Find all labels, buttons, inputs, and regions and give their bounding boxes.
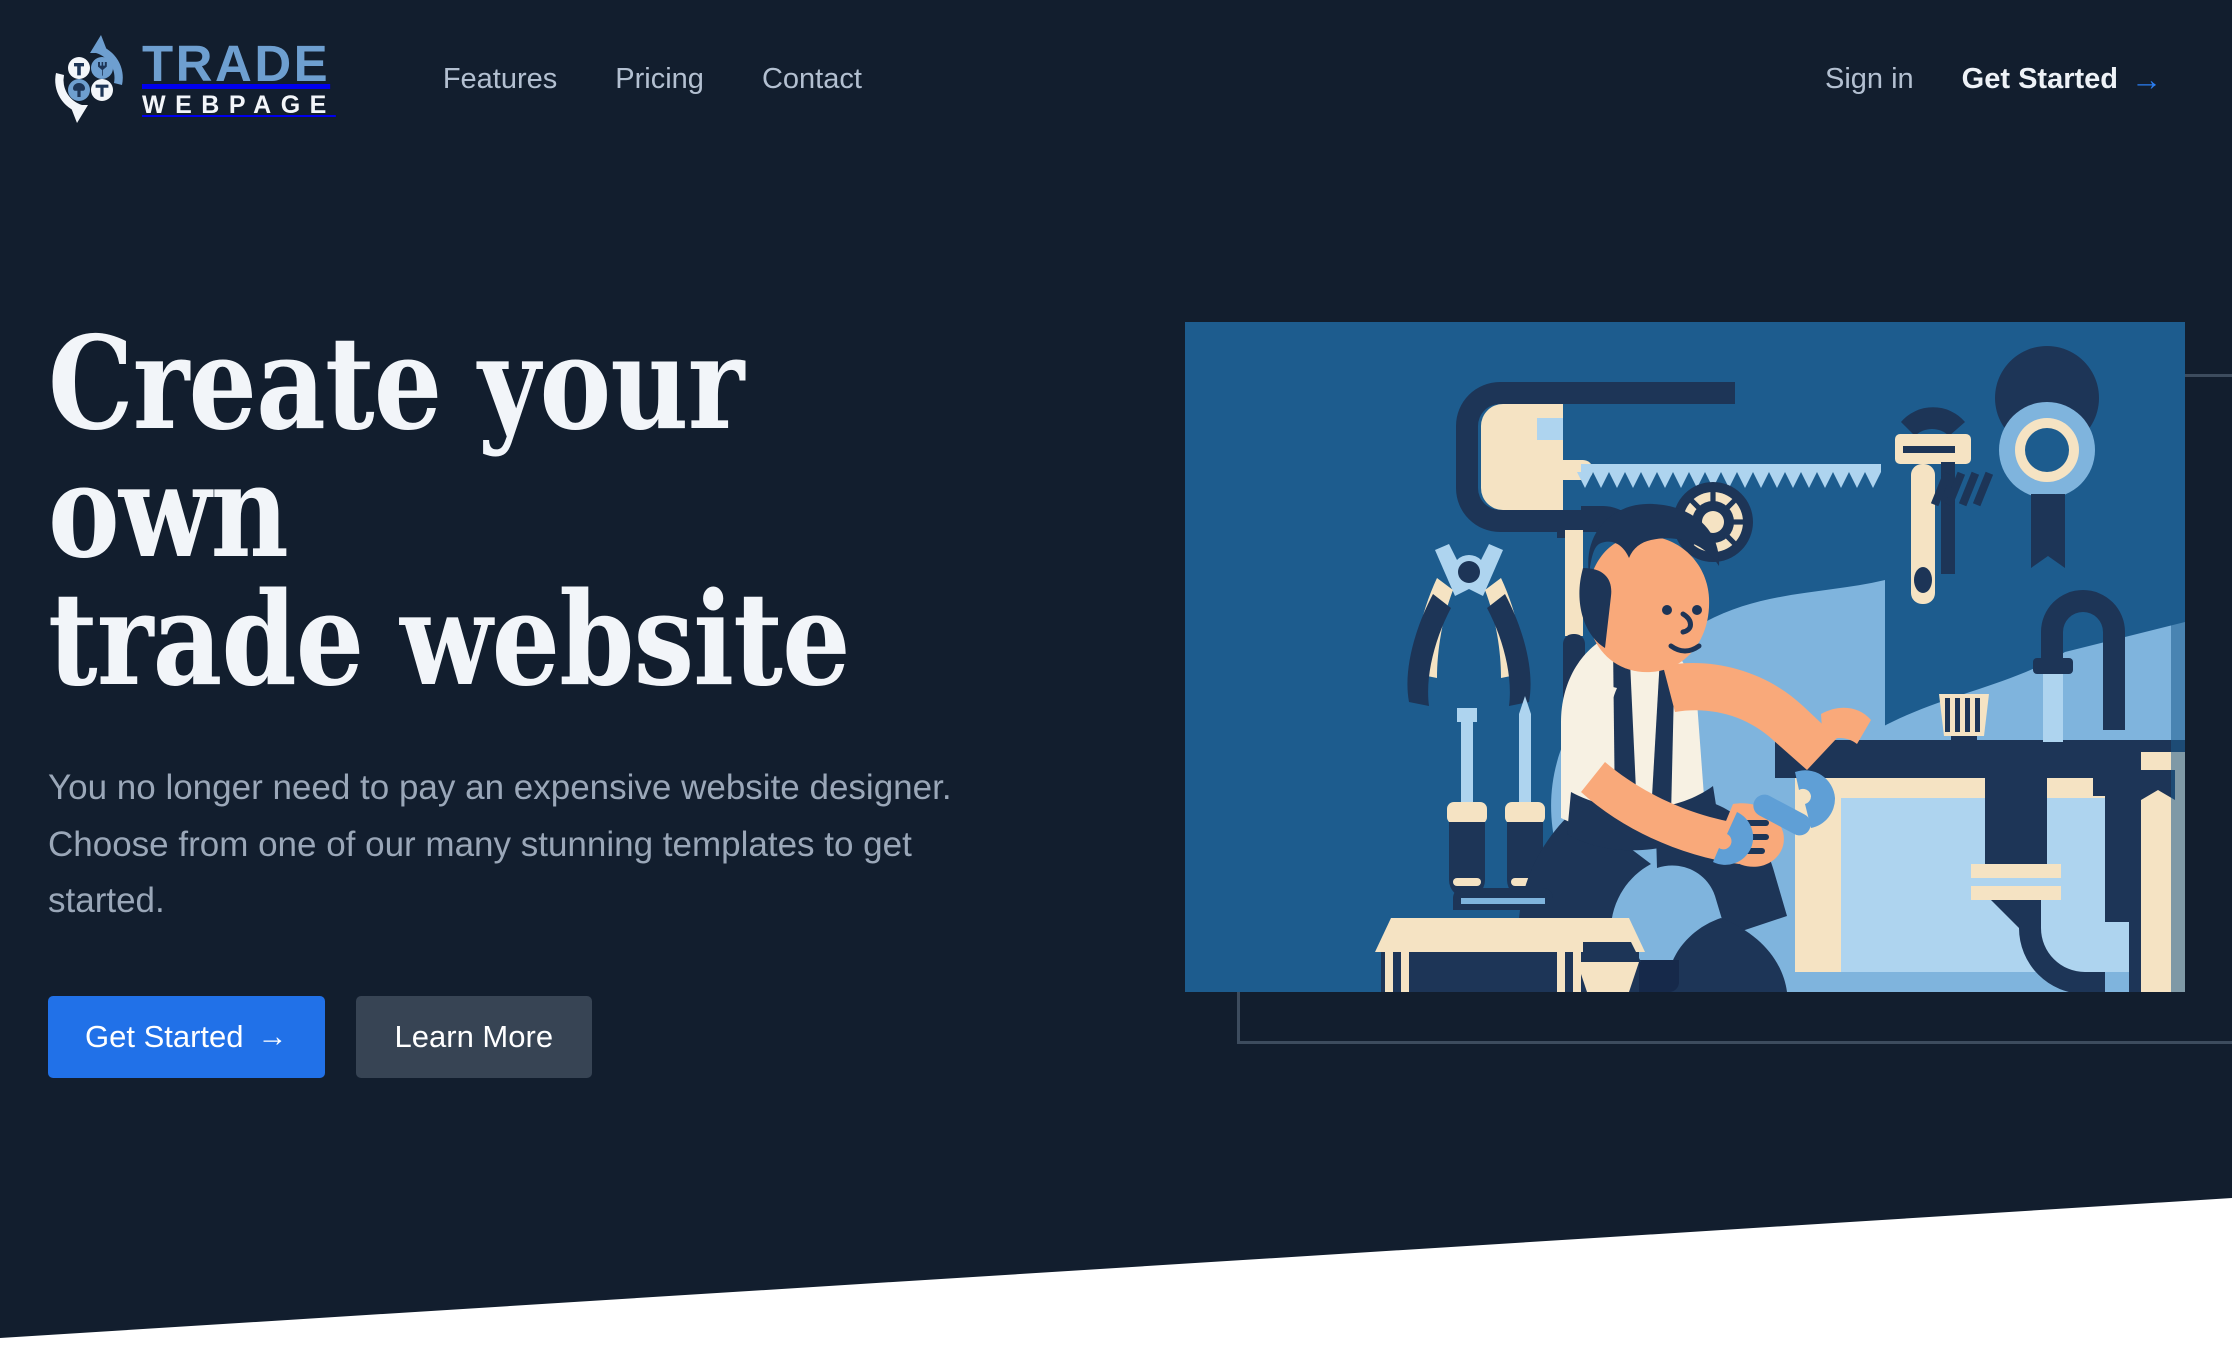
hero-copy-block: Create your own trade website You no lon… xyxy=(48,309,1108,1079)
illustration-svg xyxy=(1185,322,2185,992)
hero-illustration-wrapper xyxy=(1185,322,2232,1044)
logo-primary-text: TRADE xyxy=(142,34,331,92)
get-started-button[interactable]: Get Started → xyxy=(48,996,325,1079)
logo-secondary-text: WEBPAGE xyxy=(142,91,336,120)
header-get-started-link[interactable]: Get Started → xyxy=(1940,53,2184,106)
learn-more-button[interactable]: Learn More xyxy=(355,996,593,1079)
page-title: Create your own trade website xyxy=(48,309,851,715)
header-get-started-label: Get Started xyxy=(1961,62,2118,95)
plumber-under-sink-illustration xyxy=(1185,322,2185,992)
nav-link-pricing[interactable]: Pricing xyxy=(586,53,733,106)
site-logo[interactable]: TRADE WEBPAGE xyxy=(46,33,336,125)
logo-wordmark: TRADE WEBPAGE xyxy=(142,34,336,120)
header-actions: Sign in Get Started → xyxy=(1799,53,2184,106)
get-started-button-label: Get Started xyxy=(85,1019,244,1055)
arrow-right-icon: → xyxy=(257,1020,288,1054)
site-header: TRADE WEBPAGE Features Pricing Contact S… xyxy=(0,0,2232,158)
nav-link-contact[interactable]: Contact xyxy=(733,53,891,106)
hero-subcopy: You no longer need to pay an expensive w… xyxy=(48,768,952,921)
nav-link-features[interactable]: Features xyxy=(414,53,586,106)
hero-cta-row: Get Started → Learn More xyxy=(48,996,1108,1079)
landing-page: TRADE WEBPAGE Features Pricing Contact S… xyxy=(0,0,2232,1358)
primary-navigation: Features Pricing Contact xyxy=(414,53,891,106)
arrow-right-icon: → xyxy=(2131,61,2162,97)
sign-in-link[interactable]: Sign in xyxy=(1799,53,1940,106)
circular-arrows-tools-icon xyxy=(55,35,123,123)
hero-section: Create your own trade website You no lon… xyxy=(0,0,2232,1358)
